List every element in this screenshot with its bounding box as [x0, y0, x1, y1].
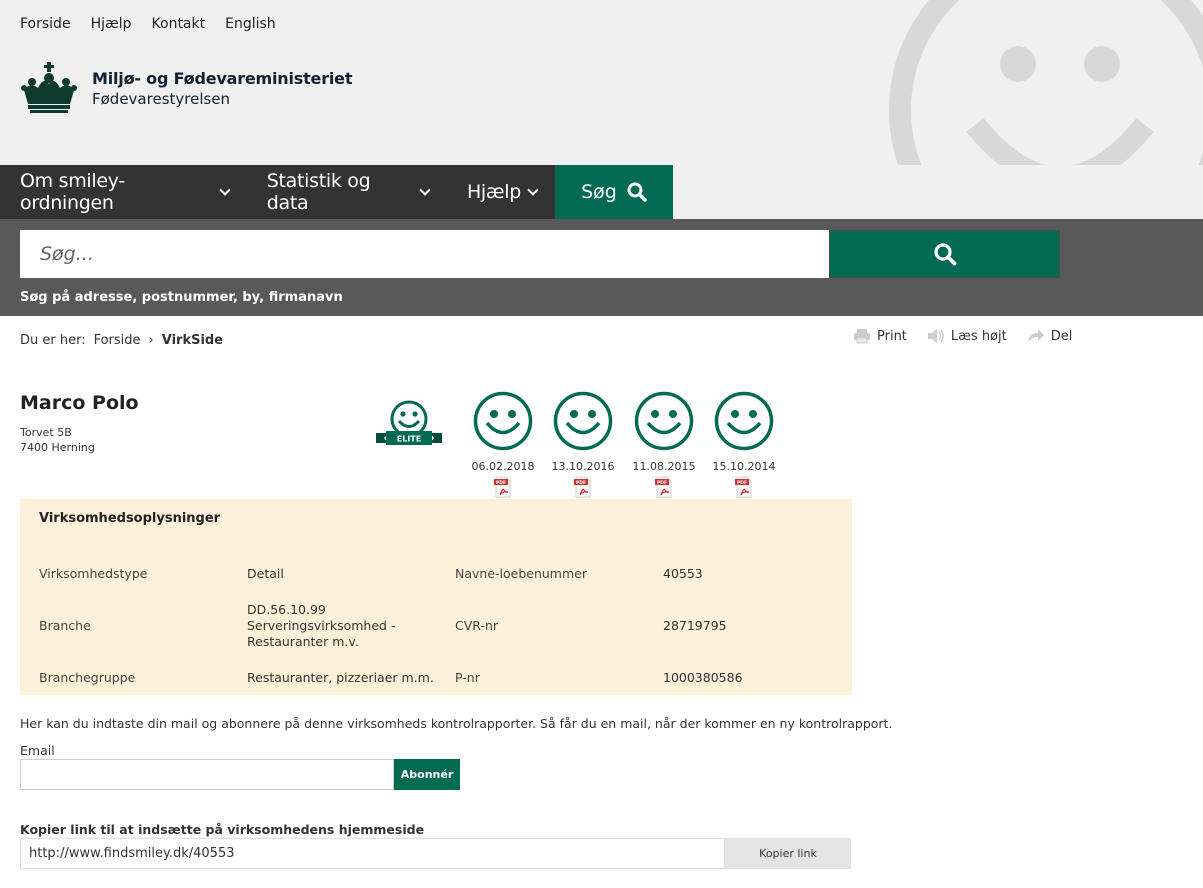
- top-link-english[interactable]: English: [225, 16, 276, 32]
- happy-smiley-icon: [473, 391, 533, 451]
- smiley-date: 11.08.2015: [632, 460, 696, 473]
- pdf-icon[interactable]: PDF: [573, 476, 593, 498]
- smiley-date: 06.02.2018: [471, 460, 535, 473]
- info-label: Branche: [39, 618, 91, 633]
- share-icon: [1027, 329, 1044, 343]
- subscribe-button[interactable]: Abonnér: [394, 759, 460, 790]
- company-address: Torvet 5B 7400 Herning: [20, 425, 95, 455]
- happy-smiley-icon: [634, 391, 694, 451]
- company-name: Marco Polo: [20, 392, 139, 414]
- background-smiley-icon: [889, 0, 1203, 165]
- search-submit-button[interactable]: [829, 230, 1060, 278]
- nav-item-statistik[interactable]: Statistik og data: [247, 170, 447, 214]
- breadcrumb-home-link[interactable]: Forside: [94, 333, 141, 348]
- smiley-report[interactable]: 11.08.2015 PDF: [632, 390, 696, 498]
- company-address-city: 7400 Herning: [20, 441, 95, 454]
- share-button[interactable]: Del: [1027, 328, 1073, 344]
- svg-text:PDF: PDF: [576, 480, 586, 486]
- elite-smiley-icon: ELITE: [376, 400, 442, 445]
- email-field[interactable]: [20, 759, 394, 790]
- nav-search-button[interactable]: Søg: [555, 165, 673, 219]
- read-aloud-button[interactable]: Læs højt: [927, 328, 1007, 344]
- breadcrumb-prefix: Du er her:: [20, 333, 86, 348]
- search-input[interactable]: [20, 230, 829, 278]
- search-icon: [627, 182, 647, 202]
- speaker-icon: [927, 329, 944, 343]
- elite-label: ELITE: [397, 435, 421, 444]
- breadcrumb: Du er her: Forside › VirkSide: [20, 333, 223, 348]
- nav-item-om-smiley[interactable]: Om smiley-ordningen: [0, 170, 247, 214]
- happy-smiley-icon: [714, 391, 774, 451]
- info-value: DD.56.10.99 Serveringsvirksomhed - Resta…: [247, 602, 396, 649]
- chevron-right-icon: ›: [148, 333, 154, 348]
- main-nav: Om smiley-ordningen Statistik og data Hj…: [0, 165, 1203, 219]
- info-value: Restauranter, pizzeriaer m.m.: [247, 670, 434, 685]
- svg-text:PDF: PDF: [496, 480, 506, 486]
- ministry-logo[interactable]: Miljø- og Fødevareministeriet Fødevarest…: [20, 62, 352, 114]
- info-value: Detail: [247, 566, 284, 581]
- info-value: 1000380586: [663, 670, 743, 685]
- smiley-date: 15.10.2014: [712, 460, 776, 473]
- copy-link-label: Kopier link til at indsætte på virksomhe…: [20, 822, 425, 837]
- print-button[interactable]: Print: [853, 328, 907, 344]
- pdf-icon[interactable]: PDF: [654, 476, 674, 498]
- chevron-down-icon: [219, 183, 231, 196]
- print-label: Print: [877, 328, 907, 344]
- nav-item-hjaelp[interactable]: Hjælp: [447, 181, 555, 203]
- info-label: P-nr: [455, 670, 480, 685]
- copy-link-button[interactable]: Kopier link: [725, 838, 851, 869]
- subscribe-description: Her kan du indtaste din mail og abonnere…: [20, 716, 893, 731]
- info-value: 28719795: [663, 618, 727, 633]
- info-label: Navne-loebenummer: [455, 566, 587, 581]
- copy-link-field[interactable]: [20, 838, 725, 869]
- top-link-kontakt[interactable]: Kontakt: [152, 16, 206, 32]
- chevron-down-icon: [419, 183, 431, 196]
- svg-text:PDF: PDF: [737, 480, 747, 486]
- nav-menu: Om smiley-ordningen Statistik og data Hj…: [0, 165, 555, 219]
- smiley-report[interactable]: 13.10.2016 PDF: [551, 390, 615, 498]
- share-label: Del: [1050, 328, 1073, 344]
- info-label: CVR-nr: [455, 618, 499, 633]
- search-icon: [933, 243, 956, 266]
- crown-icon: [21, 62, 77, 113]
- nav-item-label: Hjælp: [466, 181, 521, 203]
- info-label: Branchegruppe: [39, 670, 136, 685]
- pdf-icon[interactable]: PDF: [734, 476, 754, 498]
- nav-search-label: Søg: [581, 181, 617, 203]
- info-title: Virksomhedsoplysninger: [39, 511, 221, 526]
- nav-item-label: Statistik og data: [266, 170, 371, 214]
- search-band: Søg på adresse, postnummer, by, firmanav…: [0, 219, 1203, 316]
- site-header: Forside Hjælp Kontakt English Miljø- og …: [0, 0, 1203, 165]
- company-info-panel: Virksomhedsoplysninger Virksomhedstype D…: [20, 499, 852, 695]
- svg-text:PDF: PDF: [657, 480, 667, 486]
- smiley-date: 13.10.2016: [551, 460, 615, 473]
- top-link-hjaelp[interactable]: Hjælp: [91, 16, 132, 32]
- smiley-report[interactable]: 15.10.2014 PDF: [712, 390, 776, 498]
- logo-ministry-name: Miljø- og Fødevareministeriet: [92, 68, 353, 88]
- breadcrumb-current: VirkSide: [161, 333, 224, 348]
- read-aloud-label: Læs højt: [950, 328, 1007, 344]
- pdf-icon[interactable]: PDF: [493, 476, 513, 498]
- info-value: 40553: [663, 566, 703, 581]
- nav-item-label: Om smiley-ordningen: [20, 170, 125, 214]
- top-link-forside[interactable]: Forside: [20, 16, 71, 32]
- chevron-down-icon: [527, 183, 539, 196]
- logo-agency-name: Fødevarestyrelsen: [92, 89, 231, 108]
- top-links: Forside Hjælp Kontakt English: [20, 16, 276, 32]
- printer-icon: [854, 329, 870, 344]
- company-address-street: Torvet 5B: [20, 426, 72, 439]
- smiley-report[interactable]: 06.02.2018 PDF: [471, 390, 535, 498]
- happy-smiley-icon: [553, 391, 613, 451]
- search-hint: Søg på adresse, postnummer, by, firmanav…: [20, 290, 343, 305]
- info-label: Virksomhedstype: [39, 566, 148, 581]
- page-tools: Print Læs højt Del: [853, 328, 1072, 344]
- email-label: Email: [20, 743, 55, 758]
